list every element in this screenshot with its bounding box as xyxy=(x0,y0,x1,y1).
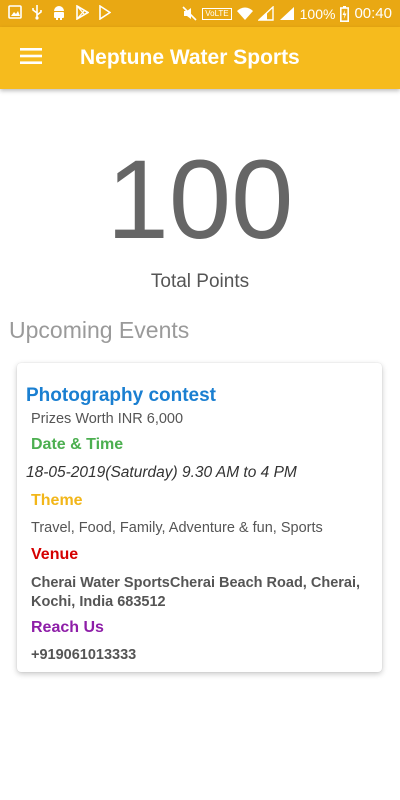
signal-icon xyxy=(279,6,295,21)
play-store-icon xyxy=(75,4,89,20)
clock: 00:40 xyxy=(354,5,392,22)
phone-number[interactable]: +919061013333 xyxy=(31,647,136,663)
battery-icon xyxy=(340,5,350,22)
total-points-label: Total Points xyxy=(150,271,250,292)
event-title: Photography contest xyxy=(26,385,217,406)
menu-button[interactable] xyxy=(10,37,52,79)
usb-icon xyxy=(31,4,43,20)
status-notifications xyxy=(8,4,111,20)
android-icon xyxy=(52,5,66,20)
date-time-value: 18-05-2019(Saturday) 9.30 AM to 4 PM xyxy=(26,464,297,481)
upcoming-events-heading: Upcoming Events xyxy=(9,317,190,343)
hamburger-menu-icon xyxy=(20,47,42,69)
status-system: VoLTE 100% 00:40 xyxy=(182,4,392,23)
theme-value: Travel, Food, Family, Adventure & fun, S… xyxy=(31,520,323,536)
app-bar: Neptune Water Sports xyxy=(0,27,400,89)
venue-heading: Venue xyxy=(31,546,79,563)
mute-icon xyxy=(182,6,197,21)
reach-us-heading: Reach Us xyxy=(31,619,104,636)
status-bar: VoLTE 100% 00:40 xyxy=(0,0,400,27)
image-icon xyxy=(8,5,22,19)
venue-value: Cherai Water SportsCherai Beach Road, Ch… xyxy=(31,575,361,610)
app-title: Neptune Water Sports xyxy=(80,46,300,69)
date-time-heading: Date & Time xyxy=(31,436,124,453)
event-prize: Prizes Worth INR 6,000 xyxy=(31,411,184,427)
theme-heading: Theme xyxy=(31,492,83,509)
wifi-icon xyxy=(236,7,253,20)
volte-icon: VoLTE xyxy=(202,7,232,20)
signal-icon xyxy=(257,6,274,21)
play-icon xyxy=(98,4,111,20)
battery-percent: 100% xyxy=(299,5,336,22)
event-card[interactable]: Photography contest Prizes Worth INR 6,0… xyxy=(17,363,382,672)
total-points-value: 100 xyxy=(106,137,294,262)
